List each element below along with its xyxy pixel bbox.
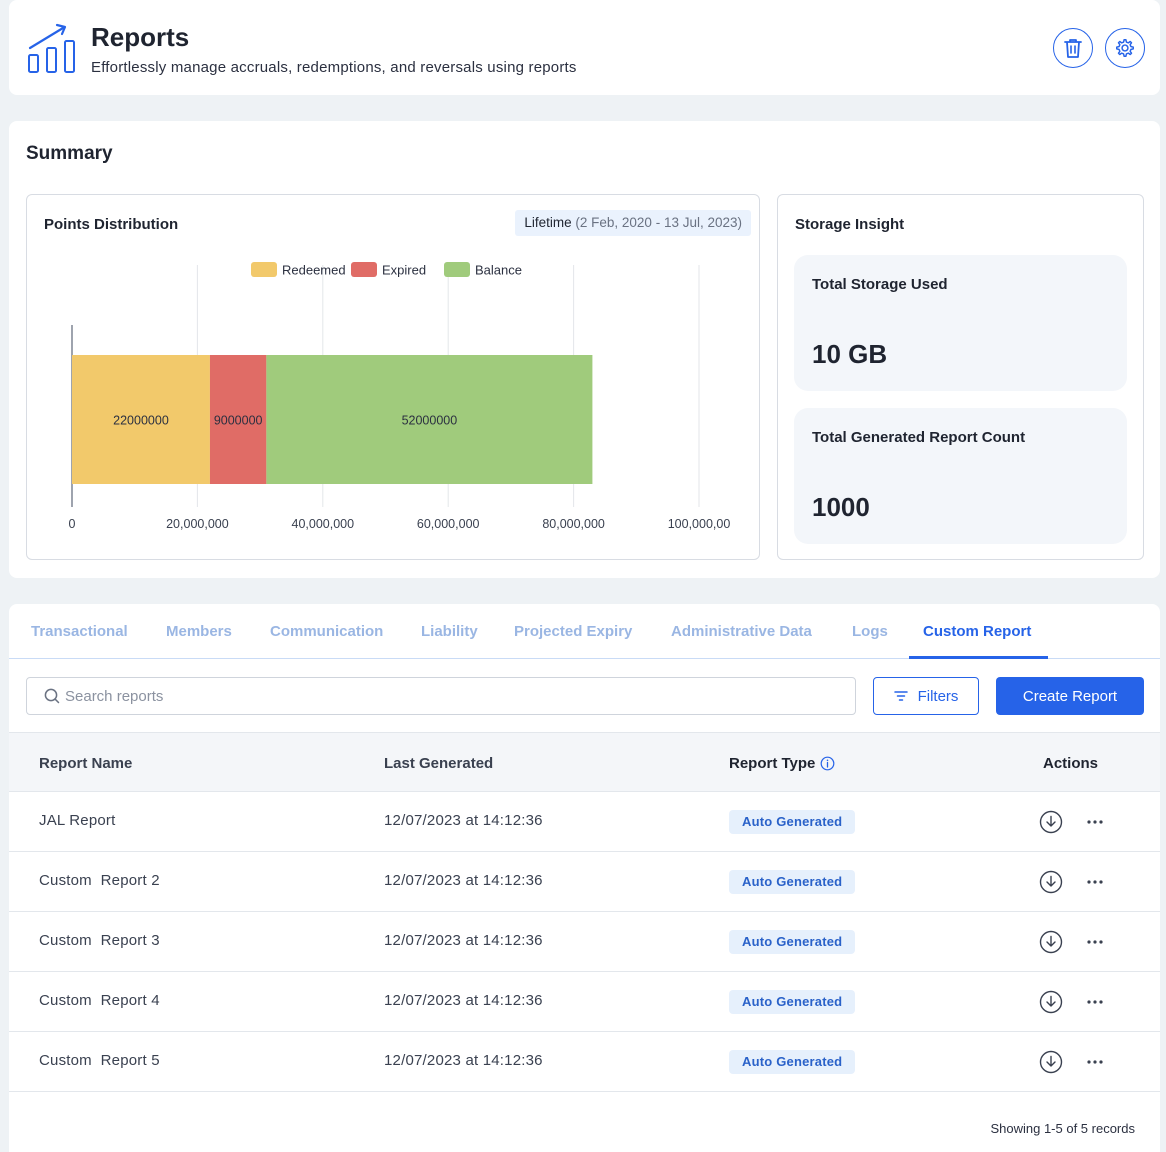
- legend-label: Balance: [475, 263, 522, 278]
- column-report-type-label: Report Type: [729, 755, 816, 772]
- lifetime-label: Lifetime: [524, 215, 572, 230]
- storage-used-value: 10 GB: [812, 339, 888, 369]
- x-tick-label: 0: [69, 517, 76, 531]
- report-name-cell: Custom Report 4: [39, 992, 160, 1009]
- filters-label: Filters: [917, 687, 959, 705]
- download-icon[interactable]: [1039, 990, 1063, 1014]
- report-name-cell: JAL Report: [39, 812, 116, 829]
- more-options-icon[interactable]: [1085, 1052, 1105, 1072]
- x-tick-label: 100,000,00: [668, 517, 731, 531]
- tab-liability[interactable]: Liability: [421, 623, 478, 640]
- legend-label: Redeemed: [282, 263, 346, 278]
- search-icon: [44, 688, 60, 704]
- chart-growth-icon: [28, 23, 75, 73]
- points-distribution-panel: Points Distribution Lifetime (2 Feb, 202…: [26, 194, 760, 560]
- bar-value-label: 52000000: [402, 414, 458, 428]
- table-row[interactable]: Custom Report 2 12/07/2023 at 14:12:36 Aut…: [9, 852, 1160, 912]
- filters-button[interactable]: Filters: [873, 677, 979, 715]
- report-count-label: Total Generated Report Count: [812, 429, 1026, 446]
- create-report-button[interactable]: Create Report: [996, 677, 1144, 715]
- last-generated-cell: 12/07/2023 at 14:12:36: [384, 932, 543, 949]
- last-generated-cell: 12/07/2023 at 14:12:36: [384, 1052, 543, 1069]
- x-tick-label: 40,000,000: [292, 517, 355, 531]
- table-header: Report Name Last Generated Report Type A…: [9, 732, 1160, 792]
- storage-insight-title: Storage Insight: [795, 216, 905, 233]
- legend-label: Expired: [382, 263, 426, 278]
- delete-button[interactable]: [1053, 28, 1093, 68]
- pagination-summary: Showing 1-5 of 5 records: [990, 1121, 1135, 1136]
- reports-section: Transactional Members Communication Liab…: [9, 604, 1160, 1152]
- table-row[interactable]: JAL Report 12/07/2023 at 14:12:36 Auto Gen…: [9, 792, 1160, 852]
- column-report-type: Report Type: [729, 755, 835, 772]
- column-actions: Actions: [1043, 755, 1099, 772]
- bar-value-label: 9000000: [214, 414, 263, 428]
- active-tab-indicator: [909, 656, 1048, 659]
- download-icon[interactable]: [1039, 930, 1063, 954]
- lifetime-range-badge: Lifetime (2 Feb, 2020 - 13 Jul, 2023): [515, 210, 751, 236]
- storage-used-card: Total Storage Used 10 GB: [794, 255, 1127, 391]
- report-type-badge: Auto Generated: [729, 870, 856, 894]
- tab-transactional[interactable]: Transactional: [31, 623, 128, 640]
- x-tick-label: 80,000,000: [542, 517, 605, 531]
- settings-button[interactable]: [1105, 28, 1145, 68]
- more-options-icon[interactable]: [1085, 872, 1105, 892]
- more-options-icon[interactable]: [1085, 992, 1105, 1012]
- page-subtitle: Effortlessly manage accruals, redemption…: [91, 59, 577, 76]
- points-distribution-chart: Redeemed Expired Balance 22000000 9000000 520…: [69, 262, 731, 531]
- page-header: Reports Effortlessly manage accruals, re…: [9, 0, 1160, 95]
- storage-used-label: Total Storage Used: [812, 276, 948, 293]
- report-count-value: 1000: [812, 492, 870, 522]
- tab-members[interactable]: Members: [166, 623, 232, 640]
- report-name-cell: Custom Report 3: [39, 932, 160, 949]
- column-report-name: Report Name: [39, 755, 133, 772]
- report-count-card: Total Generated Report Count 1000: [794, 408, 1127, 544]
- x-tick-label: 20,000,000: [166, 517, 229, 531]
- last-generated-cell: 12/07/2023 at 14:12:36: [384, 992, 543, 1009]
- report-type-badge: Auto Generated: [729, 1050, 856, 1074]
- last-generated-cell: 12/07/2023 at 14:12:36: [384, 872, 543, 889]
- table-row[interactable]: Custom Report 5 12/07/2023 at 14:12:36 Aut…: [9, 1032, 1160, 1092]
- table-row[interactable]: Custom Report 4 12/07/2023 at 14:12:36 Aut…: [9, 972, 1160, 1032]
- search-box: [26, 677, 856, 715]
- info-icon[interactable]: [820, 756, 835, 771]
- report-tabs: Transactional Members Communication Liab…: [9, 604, 1160, 659]
- tab-communication[interactable]: Communication: [270, 623, 383, 640]
- storage-insight-panel: Storage Insight Total Storage Used 10 GB…: [777, 194, 1144, 560]
- legend-swatch: [251, 262, 277, 277]
- gear-icon: [1116, 39, 1134, 57]
- tab-projected-expiry[interactable]: Projected Expiry: [514, 623, 632, 640]
- report-type-badge: Auto Generated: [729, 810, 856, 834]
- column-last-generated: Last Generated: [384, 755, 494, 772]
- download-icon[interactable]: [1039, 1050, 1063, 1074]
- bar-value-label: 22000000: [113, 414, 169, 428]
- x-tick-label: 60,000,000: [417, 517, 480, 531]
- legend-swatch: [351, 262, 377, 277]
- more-options-icon[interactable]: [1085, 812, 1105, 832]
- page-title: Reports: [91, 22, 190, 52]
- report-type-badge: Auto Generated: [729, 930, 856, 954]
- last-generated-cell: 12/07/2023 at 14:12:36: [384, 812, 543, 829]
- summary-title: Summary: [26, 143, 113, 164]
- lifetime-range: (2 Feb, 2020 - 13 Jul, 2023): [575, 215, 742, 230]
- search-input[interactable]: [65, 679, 835, 713]
- trash-icon: [1064, 39, 1082, 58]
- more-options-icon[interactable]: [1085, 932, 1105, 952]
- tab-custom-report[interactable]: Custom Report: [923, 623, 1031, 640]
- report-type-badge: Auto Generated: [729, 990, 856, 1014]
- table-row[interactable]: Custom Report 3 12/07/2023 at 14:12:36 Aut…: [9, 912, 1160, 972]
- download-icon[interactable]: [1039, 810, 1063, 834]
- report-name-cell: Custom Report 2: [39, 872, 160, 889]
- tab-logs[interactable]: Logs: [852, 623, 888, 640]
- report-name-cell: Custom Report 5: [39, 1052, 160, 1069]
- download-icon[interactable]: [1039, 870, 1063, 894]
- points-distribution-title: Points Distribution: [44, 216, 179, 233]
- legend-swatch: [444, 262, 470, 277]
- tab-administrative-data[interactable]: Administrative Data: [671, 623, 812, 640]
- filter-icon: [893, 691, 908, 701]
- summary-section: Summary Points Distribution Lifetime (2 …: [9, 121, 1160, 578]
